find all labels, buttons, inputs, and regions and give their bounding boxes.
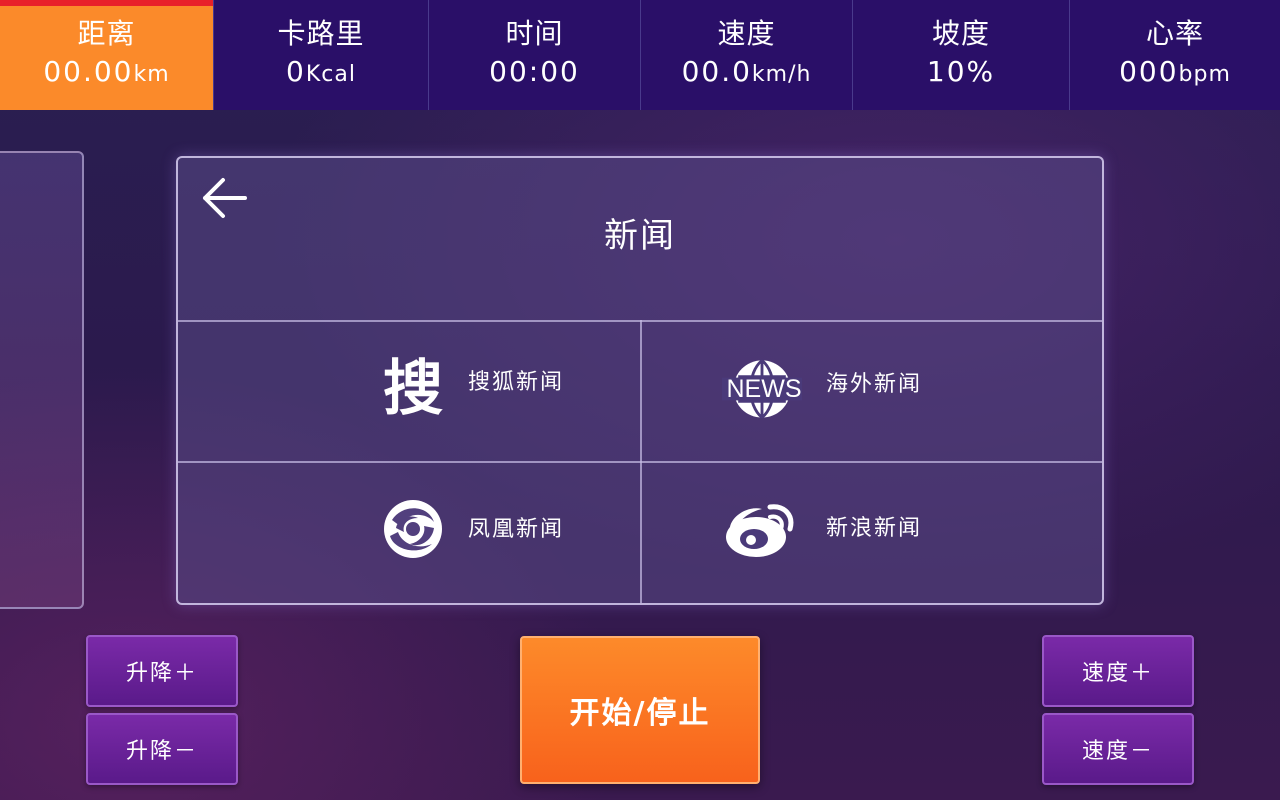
- tile-label: 新浪新闻: [826, 516, 923, 541]
- panel-title: 新闻: [604, 216, 676, 256]
- stat-value: 0Kcal: [286, 54, 356, 88]
- stat-calories: 卡路里 0Kcal: [214, 0, 429, 110]
- phoenix-icon: [378, 494, 448, 564]
- news-tile-overseas[interactable]: NEWS 海外新闻: [642, 322, 1102, 464]
- news-globe-icon: NEWS: [722, 354, 802, 424]
- news-tile-sina[interactable]: 新浪新闻: [642, 463, 1102, 603]
- stat-value: 00.00km: [43, 54, 170, 88]
- stat-label: 心率: [1145, 16, 1204, 50]
- stat-label: 速度: [717, 16, 776, 50]
- stat-value: 00.0km/h: [681, 54, 812, 88]
- side-panel[interactable]: [0, 151, 84, 609]
- stat-label: 距离: [77, 16, 136, 50]
- news-tile-phoenix[interactable]: 凤凰新闻: [178, 463, 640, 603]
- tile-label: 海外新闻: [826, 372, 923, 397]
- tile-label: 搜狐新闻: [468, 370, 565, 395]
- stat-label: 时间: [505, 16, 564, 50]
- start-stop-button[interactable]: 开始/停止: [520, 636, 760, 784]
- stat-value: 00:00: [489, 54, 580, 88]
- news-tile-sohu[interactable]: 搜 搜狐新闻: [178, 322, 640, 464]
- tile-label: 凤凰新闻: [468, 517, 565, 542]
- stat-incline: 坡度 10%: [853, 0, 1070, 110]
- incline-up-button[interactable]: 升降＋: [86, 635, 238, 707]
- stat-value: 10%: [926, 54, 996, 88]
- stat-distance: 距离 00.00km: [0, 0, 214, 110]
- stats-bar: 距离 00.00km 卡路里 0Kcal 时间 00:00 速度 00.0km/…: [0, 0, 1280, 110]
- stat-speed: 速度 00.0km/h: [641, 0, 853, 110]
- sohu-icon: 搜: [383, 354, 443, 424]
- incline-down-button[interactable]: 升降－: [86, 713, 238, 785]
- speed-down-button[interactable]: 速度－: [1042, 713, 1194, 785]
- news-panel: 新闻 搜 搜狐新闻 NEWS 海外新闻 凤凰新闻 新浪新闻: [176, 156, 1104, 605]
- stat-heart-rate: 心率 000bpm: [1070, 0, 1280, 110]
- stat-time: 时间 00:00: [429, 0, 641, 110]
- news-header: 新闻: [178, 158, 1102, 320]
- stat-label: 坡度: [931, 16, 990, 50]
- stat-label: 卡路里: [277, 16, 365, 50]
- stat-value: 000bpm: [1119, 54, 1231, 88]
- speed-up-button[interactable]: 速度＋: [1042, 635, 1194, 707]
- weibo-icon: [724, 497, 800, 559]
